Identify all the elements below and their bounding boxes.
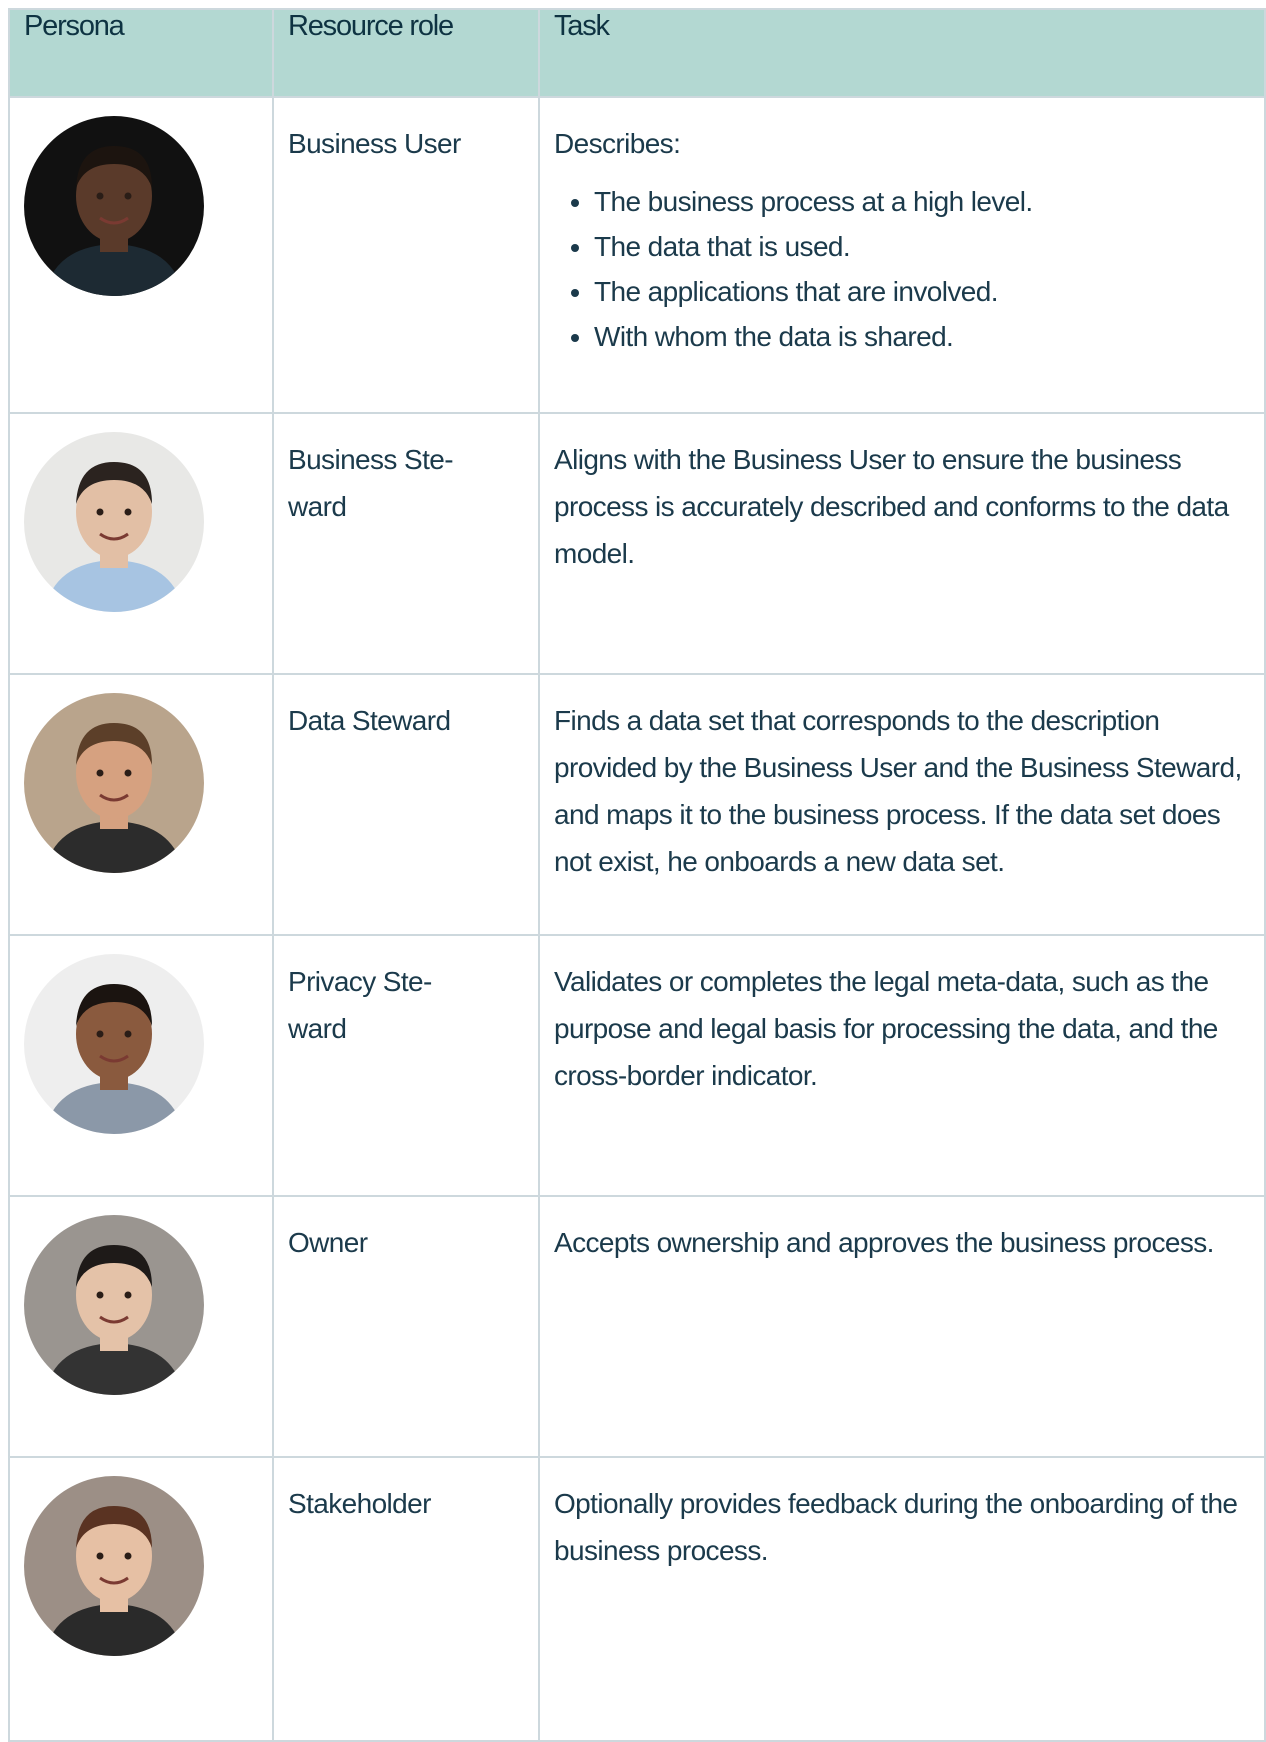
role-cell: Business User [272, 96, 540, 414]
persona-cell [8, 1195, 274, 1458]
task-cell: Validates or completes the legal meta-da… [538, 934, 1266, 1197]
list-item: The applications that are involved. [594, 269, 1250, 314]
avatar-eye-left [96, 1552, 104, 1560]
avatar-eye-right [124, 1030, 132, 1038]
role-cell: Privacy Ste- ward [272, 934, 540, 1197]
list-item: The data that is used. [594, 224, 1250, 269]
person-illustration [24, 693, 204, 873]
list-item: The business process at a high level. [594, 179, 1250, 224]
avatar-eye-left [96, 1291, 104, 1299]
avatar-eye-right [124, 1552, 132, 1560]
table-row: Business Ste- ward Aligns with the Busin… [8, 412, 1266, 675]
avatar-eye-left [96, 1030, 104, 1038]
person-illustration [24, 432, 204, 612]
persona-table: Persona Resource role Task Business User… [8, 8, 1266, 1742]
avatar [24, 1476, 204, 1656]
persona-cell [8, 96, 274, 414]
persona-cell [8, 1456, 274, 1742]
avatar [24, 693, 204, 873]
task-cell: Aligns with the Business User to ensure … [538, 412, 1266, 675]
avatar-eye-left [96, 508, 104, 516]
role-cell: Stakeholder [272, 1456, 540, 1742]
table-row: Privacy Ste- ward Validates or completes… [8, 934, 1266, 1197]
avatar-eye-right [124, 769, 132, 777]
task-cell: Optionally provides feedback during the … [538, 1456, 1266, 1742]
table-row: Data Steward Finds a data set that corre… [8, 673, 1266, 936]
role-cell: Data Steward [272, 673, 540, 936]
task-intro: Describes: [554, 128, 681, 159]
table-row: Owner Accepts ownership and approves the… [8, 1195, 1266, 1458]
avatar-eye-right [124, 192, 132, 200]
task-bullet-list: The business process at a high level. Th… [554, 179, 1250, 359]
table-row: Business User Describes: The business pr… [8, 96, 1266, 414]
task-cell: Finds a data set that corresponds to the… [538, 673, 1266, 936]
task-cell: Describes: The business process at a hig… [538, 96, 1266, 414]
avatar [24, 1215, 204, 1395]
header-resource-role: Resource role [272, 8, 540, 98]
header-task: Task [538, 8, 1266, 98]
person-illustration [24, 116, 204, 296]
avatar-eye-left [96, 769, 104, 777]
persona-cell [8, 412, 274, 675]
task-cell: Accepts ownership and approves the busin… [538, 1195, 1266, 1458]
avatar [24, 116, 204, 296]
role-cell: Business Ste- ward [272, 412, 540, 675]
list-item: With whom the data is shared. [594, 314, 1250, 359]
avatar-eye-left [96, 192, 104, 200]
person-illustration [24, 954, 204, 1134]
avatar-eye-right [124, 508, 132, 516]
avatar [24, 432, 204, 612]
person-illustration [24, 1476, 204, 1656]
avatar-eye-right [124, 1291, 132, 1299]
role-cell: Owner [272, 1195, 540, 1458]
persona-cell [8, 673, 274, 936]
person-illustration [24, 1215, 204, 1395]
table-row: Stakeholder Optionally provides feedback… [8, 1456, 1266, 1742]
persona-cell [8, 934, 274, 1197]
avatar [24, 954, 204, 1134]
table-header-row: Persona Resource role Task [8, 8, 1266, 98]
header-persona: Persona [8, 8, 274, 98]
